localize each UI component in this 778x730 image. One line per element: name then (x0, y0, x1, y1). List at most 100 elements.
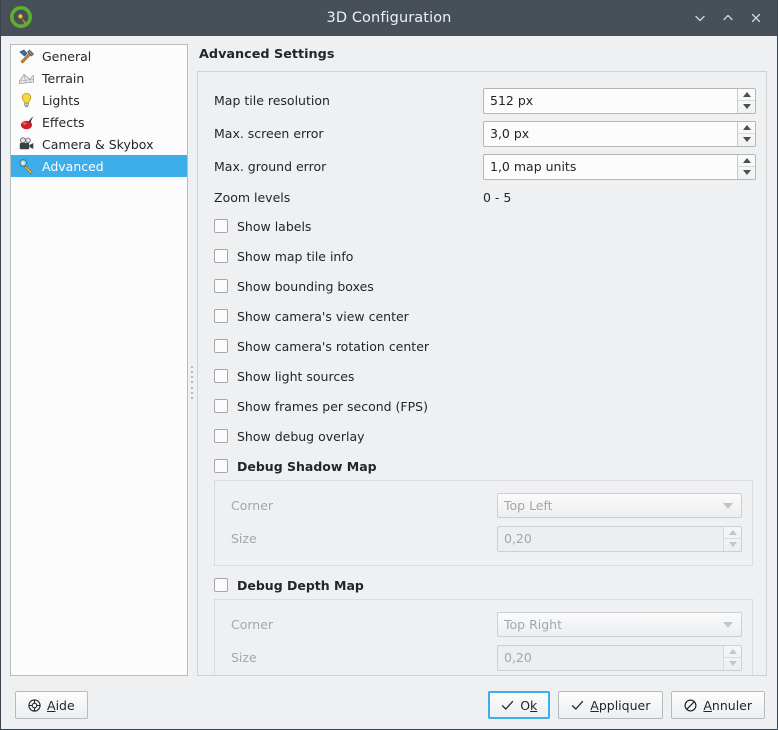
terrain-grid-icon (17, 69, 35, 87)
sidebar-item-advanced[interactable]: Advanced (11, 155, 187, 177)
shadow-size-row: Size 0,20 (225, 522, 742, 555)
sidebar-item-label: Effects (42, 114, 85, 130)
cancel-button[interactable]: Annuler (671, 691, 765, 719)
spin-buttons[interactable] (737, 154, 755, 179)
depth-size-spinbox[interactable]: 0,20 (497, 644, 742, 671)
checkbox-label: Show light sources (237, 368, 355, 384)
depth-corner-label: Corner (231, 617, 274, 632)
max-screen-error-spinbox[interactable]: 3,0 px (483, 120, 756, 147)
checkbox-box[interactable] (214, 309, 228, 323)
checkbox-label: Show labels (237, 218, 312, 234)
checkbox-box[interactable] (214, 578, 228, 592)
checkbox-show-camera-view-center[interactable]: Show camera's view center (208, 301, 756, 331)
depth-corner-value: Top Right (504, 617, 562, 632)
checkbox-label: Show bounding boxes (237, 278, 374, 294)
sidebar-item-general[interactable]: General (11, 45, 187, 67)
sidebar-item-terrain[interactable]: Terrain (11, 67, 187, 89)
shadow-corner-combobox[interactable]: Top Left (497, 493, 742, 518)
cancel-button-label: Annuler (703, 697, 752, 713)
map-tile-resolution-label: Map tile resolution (214, 93, 330, 108)
shadow-corner-row: Corner Top Left (225, 489, 742, 522)
spin-up-button[interactable] (724, 527, 741, 539)
action-buttons: Ok Appliquer Annuler (488, 691, 765, 719)
ok-button[interactable]: Ok (488, 691, 551, 719)
checkbox-box[interactable] (214, 429, 228, 443)
checkbox-label: Show camera's view center (237, 308, 409, 324)
checkbox-show-fps[interactable]: Show frames per second (FPS) (208, 391, 756, 421)
lightbulb-icon (17, 91, 35, 109)
checkbox-label: Show camera's rotation center (237, 338, 430, 354)
map-tile-resolution-row: Map tile resolution 512 px (208, 84, 756, 117)
spin-buttons[interactable] (737, 88, 755, 113)
checkbox-box[interactable] (214, 339, 228, 353)
minimize-button[interactable] (687, 5, 713, 31)
spin-up-button[interactable] (738, 89, 755, 101)
window-title: 3D Configuration (326, 10, 452, 26)
checkbox-box[interactable] (214, 399, 228, 413)
close-button[interactable] (743, 5, 769, 31)
depth-corner-row: Corner Top Right (225, 608, 742, 641)
debug-shadow-map-checkbox[interactable]: Debug Shadow Map (208, 455, 756, 477)
zoom-levels-label: Zoom levels (214, 189, 291, 205)
checkbox-show-labels[interactable]: Show labels (208, 211, 756, 241)
spin-down-button[interactable] (738, 134, 755, 146)
zoom-levels-row: Zoom levels 0 - 5 (208, 183, 756, 211)
spin-down-button[interactable] (724, 539, 741, 551)
checkbox-box[interactable] (214, 219, 228, 233)
debug-depth-map-checkbox[interactable]: Debug Depth Map (208, 574, 756, 596)
map-tile-resolution-spinbox[interactable]: 512 px (483, 87, 756, 114)
checkbox-box[interactable] (214, 369, 228, 383)
panel-splitter[interactable] (189, 36, 195, 729)
debug-depth-map-group: Debug Depth Map Corner Top Right Size 0,… (208, 574, 756, 675)
spin-up-button[interactable] (738, 155, 755, 167)
sidebar-item-label: Terrain (42, 70, 85, 86)
checkbox-show-camera-rotation-center[interactable]: Show camera's rotation center (208, 331, 756, 361)
apply-button[interactable]: Appliquer (558, 691, 664, 719)
settings-frame: Map tile resolution 512 px Max. screen e… (197, 71, 767, 676)
checkbox-show-map-tile-info[interactable]: Show map tile info (208, 241, 756, 271)
spin-up-button[interactable] (724, 646, 741, 658)
chevron-down-icon (723, 502, 733, 509)
max-ground-error-value: 1,0 map units (490, 159, 577, 174)
max-ground-error-row: Max. ground error 1,0 map units (208, 150, 756, 183)
spin-down-button[interactable] (738, 101, 755, 113)
spin-buttons[interactable] (723, 645, 741, 670)
help-button[interactable]: Aide (15, 691, 88, 719)
sidebar-item-camera-skybox[interactable]: Camera & Skybox (11, 133, 187, 155)
check-icon (571, 699, 584, 712)
splitter-grip (191, 365, 193, 400)
checkbox-box[interactable] (214, 279, 228, 293)
max-ground-error-spinbox[interactable]: 1,0 map units (483, 153, 756, 180)
dialog-window: 3D Configuration General Terrain Lights … (0, 0, 778, 730)
spin-down-button[interactable] (724, 658, 741, 670)
checkbox-show-bounding-boxes[interactable]: Show bounding boxes (208, 271, 756, 301)
sidebar-item-label: Advanced (42, 158, 104, 174)
spin-up-button[interactable] (738, 122, 755, 134)
shadow-corner-value: Top Left (504, 498, 553, 513)
zoom-levels-value: 0 - 5 (483, 189, 512, 205)
group-title: Debug Depth Map (237, 577, 364, 593)
spin-buttons[interactable] (737, 121, 755, 146)
chevron-down-icon (723, 621, 733, 628)
title-bar: 3D Configuration (1, 0, 777, 36)
sidebar-item-effects[interactable]: Effects (11, 111, 187, 133)
depth-corner-combobox[interactable]: Top Right (497, 612, 742, 637)
settings-category-list[interactable]: General Terrain Lights Effects Camera & … (10, 44, 188, 676)
spin-buttons[interactable] (723, 526, 741, 551)
sidebar-item-lights[interactable]: Lights (11, 89, 187, 111)
help-lifebuoy-icon (28, 698, 41, 712)
checkbox-show-light-sources[interactable]: Show light sources (208, 361, 756, 391)
checkbox-label: Show debug overlay (237, 428, 365, 444)
checkbox-label: Show map tile info (237, 248, 354, 264)
checkbox-box[interactable] (214, 249, 228, 263)
depth-size-value: 0,20 (504, 650, 532, 665)
checkbox-show-debug-overlay[interactable]: Show debug overlay (208, 421, 756, 451)
checkbox-box[interactable] (214, 459, 228, 473)
camera-icon (17, 135, 35, 153)
maximize-button[interactable] (715, 5, 741, 31)
check-icon (501, 699, 514, 712)
group-title: Debug Shadow Map (237, 458, 377, 474)
spin-down-button[interactable] (738, 167, 755, 179)
sidebar-item-label: Camera & Skybox (42, 136, 154, 152)
shadow-size-spinbox[interactable]: 0,20 (497, 525, 742, 552)
